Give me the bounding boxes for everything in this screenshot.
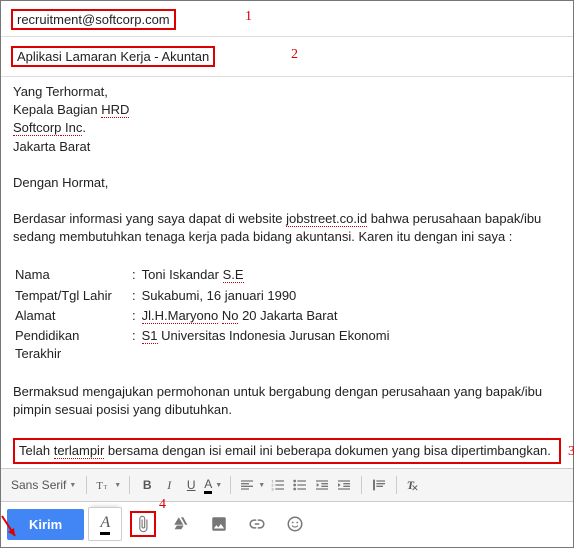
recipient-title: Kepala Bagian HRD — [13, 101, 561, 119]
annotation-box-2: Aplikasi Lamaran Kerja - Akuntan — [11, 46, 215, 67]
font-family-select[interactable]: Sans Serif▼ — [7, 478, 80, 492]
subject-field-row[interactable]: Aplikasi Lamaran Kerja - Akuntan 2 — [1, 37, 573, 77]
annotation-number-3: 3 — [568, 442, 574, 462]
svg-text:T: T — [97, 481, 104, 492]
company-line: Softcorp Inc. — [13, 119, 561, 137]
recipient-chip[interactable]: recruitment@softcorp.com — [17, 12, 170, 27]
insert-emoji-button[interactable] — [278, 507, 312, 541]
numbered-list-button[interactable]: 123 — [267, 474, 289, 496]
send-bar: Kirim A — [7, 507, 567, 541]
greeting: Dengan Hormat, — [13, 174, 561, 192]
underline-button[interactable]: U — [180, 474, 202, 496]
svg-text:3: 3 — [272, 486, 275, 491]
annotation-number-4: 4 — [159, 497, 166, 513]
compose-window: recruitment@softcorp.com 1 Aplikasi Lama… — [0, 0, 574, 548]
annotation-arrow-icon — [0, 514, 20, 544]
formatting-toggle-button[interactable]: A — [88, 507, 122, 541]
annotation-box-1: recruitment@softcorp.com — [11, 9, 176, 30]
annotation-number-1: 1 — [245, 9, 252, 25]
formatting-toolbar: Sans Serif▼ TT▼ B I U A▼ ▼ 123 — [1, 468, 573, 502]
attach-file-button[interactable] — [126, 507, 160, 541]
annotation-box-3: Telah terlampir bersama dengan isi email… — [13, 438, 561, 464]
email-body[interactable]: Yang Terhormat, Kepala Bagian HRD Softco… — [1, 77, 573, 510]
svg-text:T: T — [104, 485, 108, 491]
subject-text[interactable]: Aplikasi Lamaran Kerja - Akuntan — [17, 49, 209, 64]
salutation-line: Yang Terhormat, — [13, 83, 561, 101]
remove-formatting-button[interactable]: T✕ — [403, 474, 425, 496]
annotation-box-4 — [130, 511, 156, 537]
paragraph-1: Berdasar informasi yang saya dapat di we… — [13, 210, 561, 246]
insert-link-button[interactable] — [240, 507, 274, 541]
annotation-number-2: 2 — [291, 47, 298, 63]
indent-less-button[interactable] — [311, 474, 333, 496]
align-button[interactable]: ▼ — [237, 474, 267, 496]
quote-button[interactable] — [368, 474, 390, 496]
insert-photo-button[interactable] — [202, 507, 236, 541]
indent-more-button[interactable] — [333, 474, 355, 496]
applicant-info-table: Nama:Toni Iskandar S.E Tempat/Tgl Lahir:… — [13, 264, 395, 365]
text-color-button[interactable]: A▼ — [202, 474, 224, 496]
to-field-row[interactable]: recruitment@softcorp.com 1 — [1, 1, 573, 37]
bold-button[interactable]: B — [136, 474, 158, 496]
font-size-button[interactable]: TT▼ — [93, 474, 123, 496]
insert-drive-button[interactable] — [164, 507, 198, 541]
bullet-list-button[interactable] — [289, 474, 311, 496]
italic-button[interactable]: I — [158, 474, 180, 496]
city-line: Jakarta Barat — [13, 138, 561, 156]
paragraph-2: Bermaksud mengajukan permohonan untuk be… — [13, 383, 561, 419]
